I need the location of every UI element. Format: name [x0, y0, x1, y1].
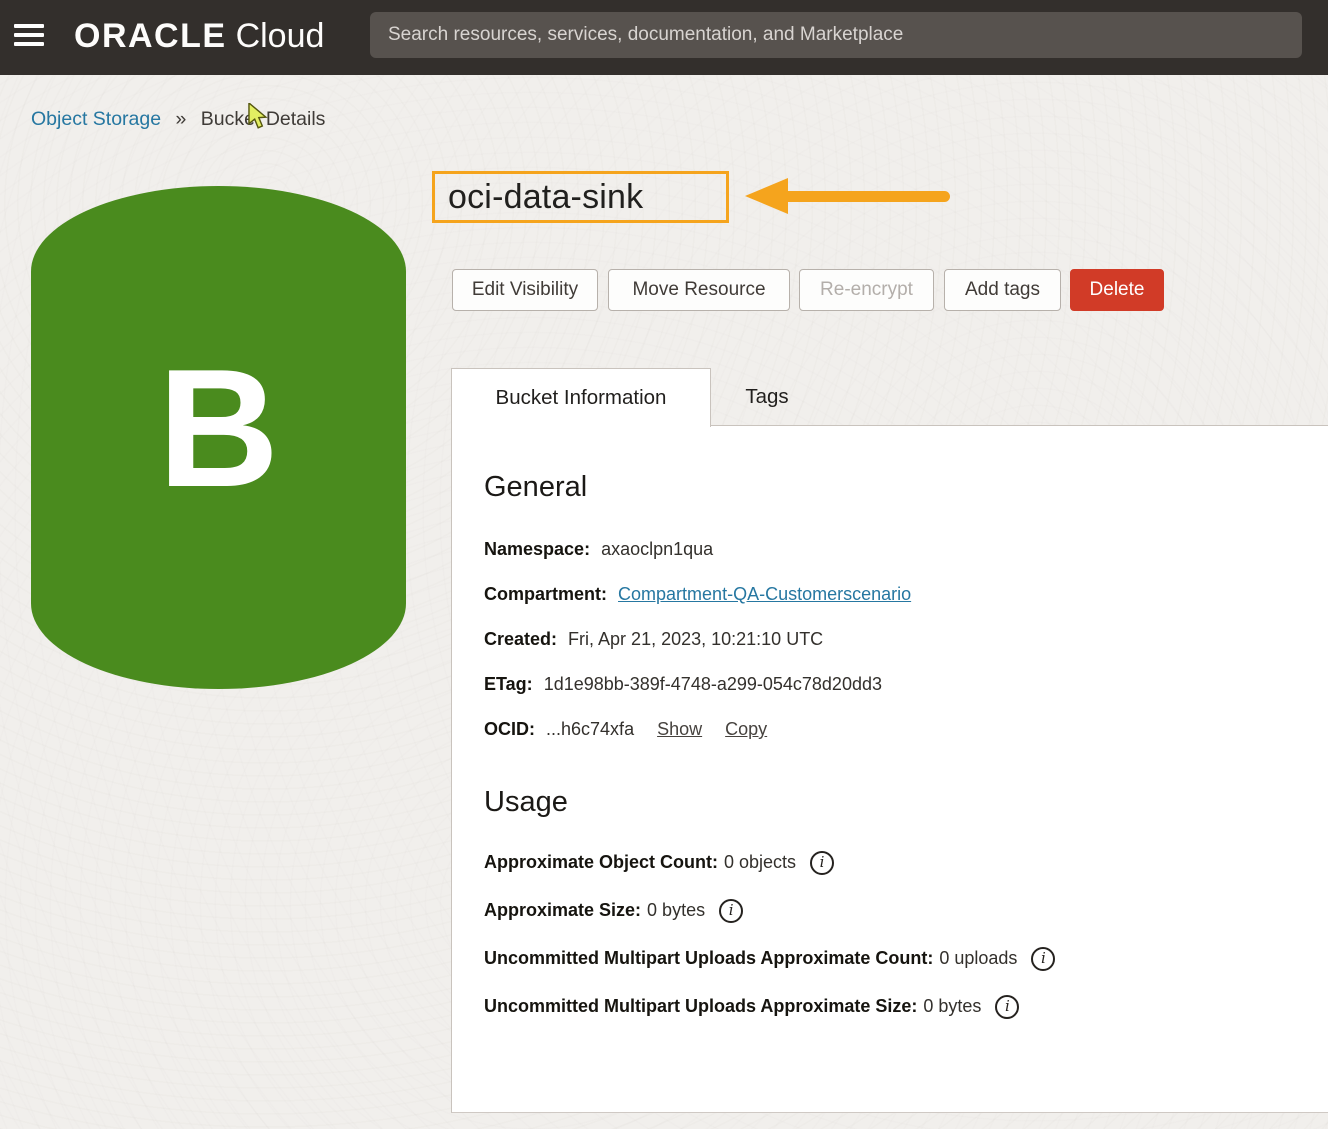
uncommitted-count-value: 0 uploads	[939, 948, 1017, 969]
breadcrumb: Object Storage » Bucket Details	[31, 108, 325, 131]
top-navigation-bar: ORACLECloud	[0, 0, 1328, 75]
logo-cloud-text: Cloud	[236, 17, 325, 55]
ocid-label: OCID:	[484, 719, 535, 739]
delete-button[interactable]: Delete	[1070, 269, 1164, 311]
created-label: Created:	[484, 629, 557, 649]
compartment-label: Compartment:	[484, 584, 607, 604]
ocid-copy-link[interactable]: Copy	[725, 719, 767, 739]
breadcrumb-object-storage-link[interactable]: Object Storage	[31, 108, 161, 130]
approx-object-count-row: Approximate Object Count: 0 objects i	[484, 849, 1288, 876]
namespace-value: axaoclpn1qua	[601, 539, 713, 559]
created-value: Fri, Apr 21, 2023, 10:21:10 UTC	[568, 629, 823, 649]
compartment-row: Compartment: Compartment-QA-Customerscen…	[484, 584, 1288, 604]
info-icon[interactable]: i	[810, 851, 834, 875]
re-encrypt-button: Re-encrypt	[799, 269, 934, 311]
ocid-row: OCID: ...h6c74xfa Show Copy	[484, 719, 1288, 739]
uncommitted-size-row: Uncommitted Multipart Uploads Approximat…	[484, 993, 1288, 1020]
usage-heading: Usage	[484, 785, 1288, 819]
info-icon[interactable]: i	[995, 995, 1019, 1019]
hamburger-menu-icon[interactable]	[14, 24, 44, 46]
etag-label: ETag:	[484, 674, 533, 694]
bucket-icon-letter: B	[158, 332, 279, 543]
etag-value: 1d1e98bb-389f-4748-a299-054c78d20dd3	[544, 674, 882, 694]
bucket-icon: B	[31, 186, 406, 689]
uncommitted-count-label: Uncommitted Multipart Uploads Approximat…	[484, 948, 933, 969]
breadcrumb-separator: »	[176, 108, 187, 130]
ocid-value: ...h6c74xfa	[546, 719, 634, 739]
bucket-title-highlight-box: oci-data-sink	[432, 171, 729, 223]
approx-object-count-label: Approximate Object Count:	[484, 852, 718, 873]
info-icon[interactable]: i	[1031, 947, 1055, 971]
bucket-information-panel: General Namespace: axaoclpn1qua Compartm…	[451, 425, 1328, 1113]
compartment-link[interactable]: Compartment-QA-Customerscenario	[618, 584, 911, 604]
namespace-row: Namespace: axaoclpn1qua	[484, 539, 1288, 559]
approx-size-label: Approximate Size:	[484, 900, 641, 921]
info-icon[interactable]: i	[719, 899, 743, 923]
move-resource-button[interactable]: Move Resource	[608, 269, 790, 311]
created-row: Created: Fri, Apr 21, 2023, 10:21:10 UTC	[484, 629, 1288, 649]
logo-oracle-text: ORACLE	[74, 17, 227, 55]
namespace-label: Namespace:	[484, 539, 590, 559]
etag-row: ETag: 1d1e98bb-389f-4748-a299-054c78d20d…	[484, 674, 1288, 694]
approx-size-value: 0 bytes	[647, 900, 705, 921]
uncommitted-count-row: Uncommitted Multipart Uploads Approximat…	[484, 945, 1288, 972]
approx-object-count-value: 0 objects	[724, 852, 796, 873]
uncommitted-size-label: Uncommitted Multipart Uploads Approximat…	[484, 996, 917, 1017]
edit-visibility-button[interactable]: Edit Visibility	[452, 269, 598, 311]
uncommitted-size-value: 0 bytes	[923, 996, 981, 1017]
oracle-cloud-logo[interactable]: ORACLECloud	[74, 17, 324, 56]
search-input[interactable]	[370, 12, 1302, 58]
general-heading: General	[484, 470, 1288, 504]
annotation-arrow-icon	[745, 178, 950, 215]
ocid-show-link[interactable]: Show	[657, 719, 702, 739]
mouse-cursor-icon	[247, 103, 270, 135]
tab-tags[interactable]: Tags	[711, 368, 823, 425]
approx-size-row: Approximate Size: 0 bytes i	[484, 897, 1288, 924]
tab-bucket-information[interactable]: Bucket Information	[451, 368, 711, 427]
add-tags-button[interactable]: Add tags	[944, 269, 1061, 311]
page-title: oci-data-sink	[435, 178, 643, 217]
